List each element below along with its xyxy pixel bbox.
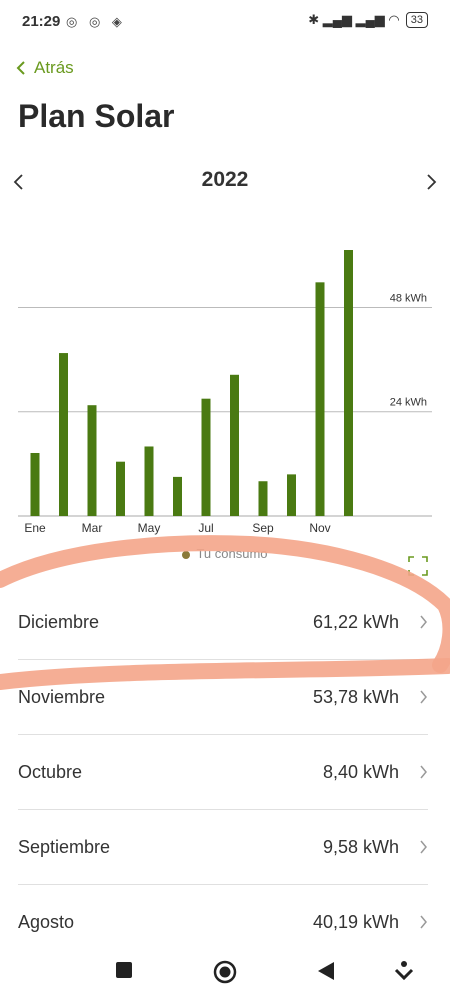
x-tick-label: Sep	[252, 521, 274, 535]
status-right-icons: ✱ ▂▄▆ ▂▄▆ ◠ 33	[308, 12, 428, 28]
chevron-right-icon	[420, 615, 427, 629]
month-row[interactable]: Septiembre 9,58 kWh	[18, 810, 428, 885]
month-name: Septiembre	[18, 836, 111, 857]
status-bar: 21:29 ◎ ◎ ◈ ✱ ▂▄▆ ▂▄▆ ◠ 33	[0, 0, 450, 44]
bar-sep[interactable]	[258, 481, 268, 516]
x-tick-label: Mar	[82, 521, 103, 535]
chevron-right-icon	[420, 690, 427, 704]
month-value: 53,78 kWh	[312, 686, 399, 707]
month-name: Octubre	[18, 761, 83, 782]
page-title: Plan Solar	[18, 98, 175, 134]
expand-icon[interactable]	[408, 556, 428, 576]
bar-jul[interactable]	[201, 398, 211, 516]
back-button[interactable]: Atrás	[16, 58, 74, 78]
signal-icons: ✱ ▂▄▆ ▂▄▆ ◠	[308, 12, 400, 27]
month-value-group: 53,78 kWh	[313, 687, 428, 708]
monthly-consumption-chart: 24 kWh 48 kWh Ene Mar May Jul Sep Nov	[18, 250, 432, 535]
system-nav-bar	[0, 948, 450, 1000]
year-selector: 2022	[0, 162, 450, 198]
months-list: Diciembre 61,22 kWh Noviembre 53,78 kWh Octu…	[18, 585, 428, 960]
month-name: Agosto	[18, 911, 75, 932]
bar-oct[interactable]	[287, 474, 296, 516]
x-tick-label: May	[138, 521, 161, 535]
status-time: 21:29	[22, 13, 61, 30]
x-tick-label: Nov	[309, 521, 330, 535]
x-tick-label: Ene	[24, 521, 46, 535]
chevron-right-icon	[420, 840, 427, 854]
chart-legend: Tu consumo	[0, 546, 450, 561]
month-value: 61,22 kWh	[312, 611, 399, 632]
bar-jun[interactable]	[173, 476, 182, 516]
month-name: Noviembre	[18, 686, 106, 707]
month-row[interactable]: Octubre 8,40 kWh	[18, 735, 428, 810]
back-nav-button[interactable]	[316, 960, 336, 982]
month-value: 9,58 kWh	[322, 836, 399, 857]
back-label: Atrás	[34, 58, 74, 77]
month-value-group: 40,19 kWh	[313, 912, 428, 933]
month-value: 8,40 kWh	[322, 761, 399, 782]
gridline-label: 24 kWh	[390, 397, 427, 409]
bar-nov[interactable]	[315, 282, 325, 516]
assistant-button[interactable]	[394, 960, 414, 982]
month-value-group: 9,58 kWh	[323, 837, 428, 858]
month-value: 40,19 kWh	[312, 911, 399, 932]
month-name: Diciembre	[18, 611, 100, 632]
next-year-button[interactable]	[424, 172, 438, 192]
legend-dot	[182, 550, 191, 559]
month-value-group: 61,22 kWh	[313, 612, 428, 633]
chevron-right-icon	[420, 915, 427, 929]
gridline-label: 48 kWh	[390, 292, 427, 304]
month-value-group: 8,40 kWh	[323, 762, 428, 783]
bar-ene[interactable]	[30, 452, 40, 516]
bar-ago[interactable]	[230, 374, 239, 516]
month-row[interactable]: Diciembre 61,22 kWh	[18, 585, 428, 660]
x-tick-label: Jul	[198, 521, 213, 535]
status-notification-icons: ◎ ◎ ◈	[66, 14, 126, 29]
chevron-right-icon	[420, 765, 427, 779]
bar-feb[interactable]	[59, 353, 68, 516]
bar-dic[interactable]	[344, 250, 353, 516]
legend-label: Tu consumo	[196, 546, 268, 561]
month-row[interactable]: Noviembre 53,78 kWh	[18, 660, 428, 735]
chevron-left-icon	[16, 61, 25, 75]
battery-icon: 33	[405, 12, 428, 28]
year-label: 2022	[201, 168, 249, 191]
bar-may[interactable]	[144, 446, 154, 516]
bar-abr[interactable]	[116, 461, 125, 516]
home-button[interactable]	[213, 960, 237, 984]
bar-mar[interactable]	[87, 405, 97, 516]
recent-apps-button[interactable]	[114, 960, 134, 980]
